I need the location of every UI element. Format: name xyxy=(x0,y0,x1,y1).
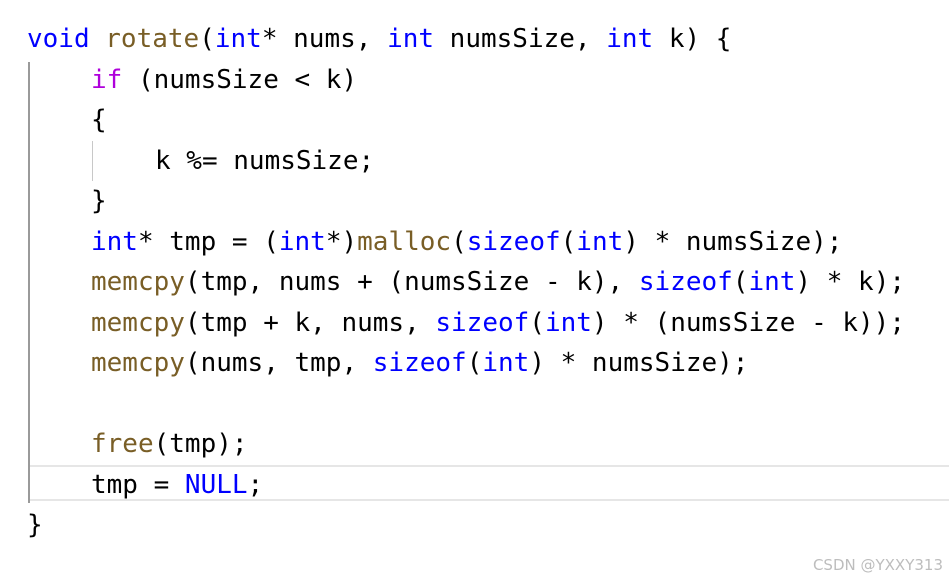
code-line: } xyxy=(27,505,43,545)
code-token-kw: int xyxy=(748,267,796,297)
code-token-kw: int xyxy=(91,226,138,257)
code-token-fn: rotate xyxy=(105,24,200,54)
code-line: memcpy(tmp + k, nums, sizeof(int) * (num… xyxy=(91,303,905,343)
code-token-kw: int xyxy=(278,226,326,257)
watermark: CSDN @YXXY313 xyxy=(812,556,943,574)
code-token-plain: (tmp); xyxy=(153,429,248,459)
code-line: memcpy(tmp, nums + (numsSize - k), sizeo… xyxy=(91,262,905,302)
code-token-plain: ) * k); xyxy=(795,267,905,297)
code-token-ctrl: if xyxy=(91,64,123,95)
code-token-plain: ) * numsSize); xyxy=(529,348,749,378)
code-token-kw: int xyxy=(482,348,530,378)
code-token-kw: sizeof xyxy=(372,348,467,378)
code-line: void rotate(int* nums, int numsSize, int… xyxy=(27,19,731,59)
code-token-plain: k %= numsSize; xyxy=(155,145,375,176)
code-token-kw: sizeof xyxy=(638,267,733,297)
code-line: k %= numsSize; xyxy=(155,141,374,181)
code-token-plain: } xyxy=(91,186,107,216)
code-editor[interactable]: void rotate(int* nums, int numsSize, int… xyxy=(0,0,949,580)
code-token-plain: ; xyxy=(247,469,264,500)
code-token-plain: ) * (numsSize - k)); xyxy=(591,307,905,338)
code-token-plain: * nums, xyxy=(261,24,388,54)
code-token-plain: (tmp, nums + (numsSize - k), xyxy=(184,267,639,297)
code-token-plain: numsSize, xyxy=(434,24,607,54)
code-token-fn: memcpy xyxy=(91,307,185,338)
code-line: { xyxy=(91,100,107,140)
code-token-plain: tmp = xyxy=(91,469,185,500)
code-token-kw: int xyxy=(606,24,654,54)
code-token-plain: * tmp = ( xyxy=(137,226,279,257)
code-line: memcpy(nums, tmp, sizeof(int) * numsSize… xyxy=(91,343,748,383)
code-token-kw: int xyxy=(544,307,592,338)
indent-guide-function xyxy=(28,62,30,503)
code-token-plain: (numsSize < k) xyxy=(122,64,358,95)
code-token-kw: sizeof xyxy=(435,307,530,338)
code-token-plain: ( xyxy=(732,267,749,297)
code-line: free(tmp); xyxy=(91,424,248,464)
code-token-plain: (nums, tmp, xyxy=(184,348,373,378)
code-token-fn: memcpy xyxy=(91,348,185,378)
code-token-kw: void xyxy=(27,24,90,54)
code-line: int* tmp = (int*)malloc(sizeof(int) * nu… xyxy=(91,222,842,262)
code-token-fn: malloc xyxy=(357,226,452,257)
code-token-kw: sizeof xyxy=(466,226,561,257)
code-token-plain: ( xyxy=(529,307,545,338)
code-token-fn: memcpy xyxy=(91,267,185,297)
code-token-kw: int xyxy=(576,226,624,257)
code-token-plain: k) { xyxy=(653,24,732,54)
code-token-plain: (tmp + k, nums, xyxy=(184,307,436,338)
code-token-plain: } xyxy=(27,510,43,540)
code-line: tmp = NULL; xyxy=(91,465,263,505)
code-token-plain: { xyxy=(91,105,107,135)
code-token-kw: int xyxy=(387,24,435,54)
code-token-plain: ) * numsSize); xyxy=(623,226,843,257)
code-token-kw: int xyxy=(214,24,262,54)
code-token-plain: ( xyxy=(466,348,483,378)
code-token-fn: free xyxy=(91,429,154,459)
code-line: } xyxy=(91,181,107,221)
code-line: if (numsSize < k) xyxy=(91,60,357,100)
code-token-plain: ( xyxy=(199,24,215,54)
code-token-plain: ( xyxy=(451,226,467,257)
code-token-kw: NULL xyxy=(184,469,248,500)
code-token-plain: *) xyxy=(325,226,358,257)
code-token-plain: ( xyxy=(560,226,577,257)
indent-guide-if-block xyxy=(92,141,93,181)
